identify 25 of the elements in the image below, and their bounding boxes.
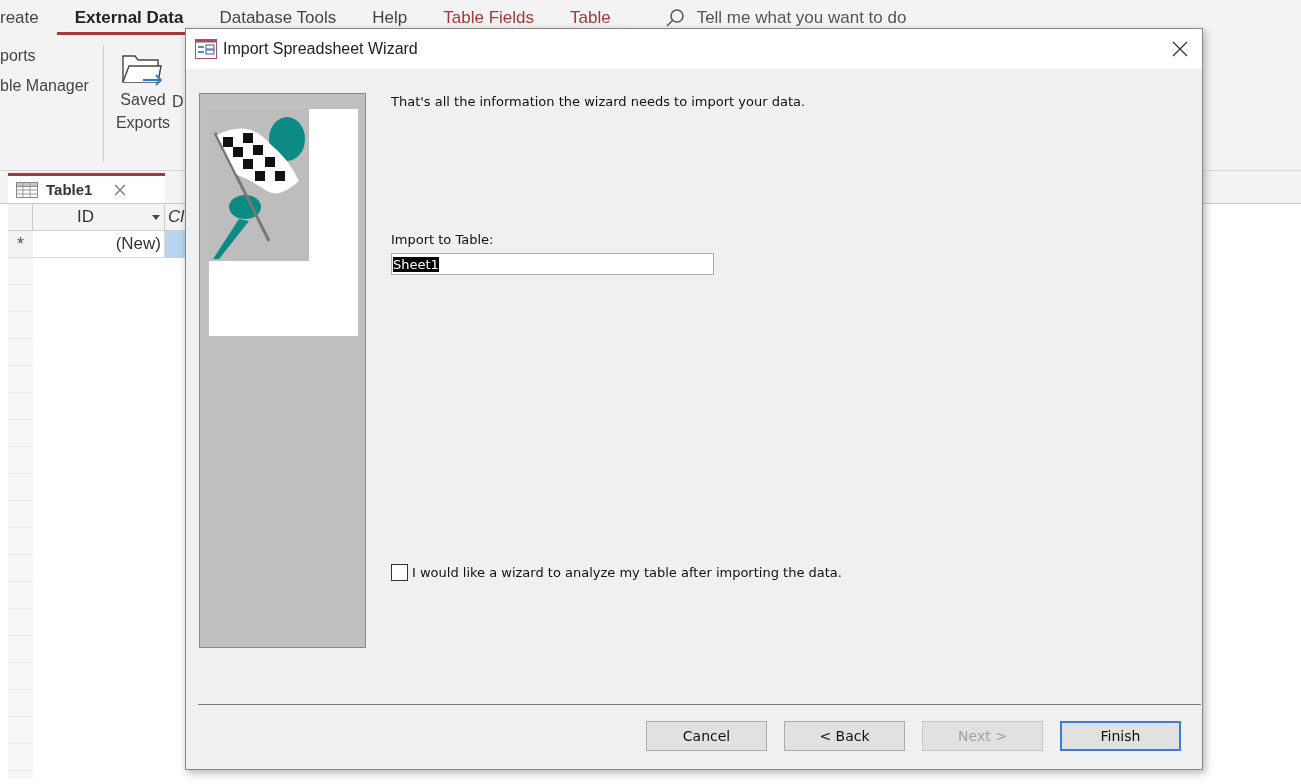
- wizard-button[interactable]: Cancel: [646, 721, 767, 751]
- ribbon-tab[interactable]: reate: [0, 0, 57, 35]
- checkbox-label[interactable]: I would like a wizard to analyze my table after importing the data.: [412, 565, 842, 580]
- wizard-message: That's all the information the wizard needs to import your data.: [391, 94, 806, 109]
- ribbon-command[interactable]: D: [172, 35, 184, 170]
- dropdown-icon[interactable]: [152, 214, 160, 220]
- ribbon-command[interactable]: ports: [0, 47, 103, 65]
- table-icon: [16, 181, 38, 198]
- new-row-selector: *: [8, 231, 33, 258]
- close-icon[interactable]: [1172, 41, 1188, 57]
- ribbon-command[interactable]: ble Manager: [0, 77, 103, 95]
- column-header[interactable]: ID: [33, 204, 165, 231]
- column-title: ID: [77, 207, 94, 227]
- window-title: Import Spreadsheet Wizard: [223, 40, 418, 58]
- tab-label: Table1: [46, 181, 93, 198]
- document-tab[interactable]: Table1: [8, 173, 165, 203]
- search-icon: [664, 7, 685, 28]
- wizard-button[interactable]: < Back: [784, 721, 905, 751]
- saved-exports-button[interactable]: Saved Exports: [114, 35, 172, 170]
- field-label: Import to Table:: [391, 232, 494, 247]
- checkbox[interactable]: [391, 564, 408, 581]
- table-name-field[interactable]: Sheet1: [391, 253, 714, 275]
- form-icon: [195, 39, 217, 59]
- wizard-button[interactable]: Finish: [1060, 721, 1181, 751]
- selected-text: Sheet1: [393, 256, 439, 272]
